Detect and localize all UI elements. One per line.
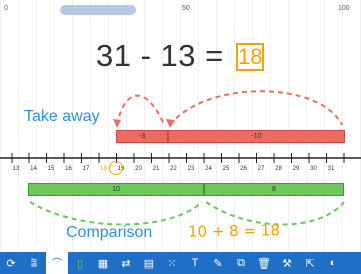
split-icon: ⇄ (121, 257, 131, 270)
number-line-tick-label: 20 (135, 166, 142, 172)
number-line-tick-label: 26 (240, 166, 247, 172)
number-line-tick-label: 28 (275, 166, 282, 172)
dice-button[interactable]: ⁙ (161, 252, 183, 274)
jump-arrow-icon: ⌒ (51, 258, 63, 270)
comparison-bar-10[interactable]: 10 (28, 183, 204, 196)
take-away-bar-minus-3[interactable]: -3 (116, 130, 168, 143)
grid-button[interactable]: ▦ (92, 252, 114, 274)
number-line-tick-label: 16 (65, 166, 72, 172)
number-line-tick-label: 22 (170, 166, 177, 172)
number-line-tick-label: 30 (310, 166, 317, 172)
number-line-tick-label: 29 (292, 166, 300, 172)
jump-arc-minus-10 (169, 90, 343, 126)
split-button[interactable]: ⇄ (115, 252, 137, 274)
text-icon: T (191, 257, 199, 269)
trash-icon: 🗑 (257, 257, 271, 270)
jump-arrow-button[interactable]: ⌒ (46, 252, 68, 274)
pencil-button[interactable]: ✎ (207, 252, 229, 274)
table-button[interactable]: ▤ (138, 252, 160, 274)
more-icon: ◐ (329, 257, 337, 269)
workspace-canvas[interactable]: 0 50 100 31 - 13 = 18 Take away -3 -10 1… (0, 0, 361, 252)
number-line-tick-label: 31 (327, 166, 335, 172)
more-button[interactable]: ◐ (322, 252, 344, 274)
trash-button[interactable]: 🗑 (253, 252, 275, 274)
wrench-icon: ⚒ (282, 257, 292, 270)
number-line-tick-label: 21 (152, 166, 160, 172)
number-line-tick-label: 13 (12, 166, 20, 172)
green-bar-icon: ▯ (76, 257, 84, 270)
export-icon: ⇱ (305, 257, 315, 270)
number-line-tick-label: 25 (222, 166, 230, 172)
ruler-scroll-thumb[interactable] (60, 5, 136, 15)
dice-icon: ⁙ (167, 257, 177, 270)
text-button[interactable]: T (184, 252, 206, 274)
grid-icon: ▦ (97, 257, 109, 270)
table-icon: ▤ (143, 257, 155, 270)
jump-arrowhead-minus-3 (113, 119, 121, 128)
ruler-mid-label: 50 (182, 5, 190, 12)
comparison-label[interactable]: Comparison (66, 224, 152, 242)
take-away-label[interactable]: Take away (24, 108, 100, 126)
green-bar-button[interactable]: ▯ (69, 252, 91, 274)
number-line-tick-label: 17 (82, 166, 90, 172)
answer-box[interactable]: 18 (236, 43, 264, 71)
number-line-tick-label: 27 (257, 166, 265, 172)
comparison-arc-left (29, 201, 203, 226)
bottom-toolbar: ⟳ ⩰ ⌒ ▯ ▦ ⇄ ▤ ⁙ T ✎ ⧉ 🗑 ⚒ ⇱ ◐ (0, 252, 361, 274)
number-line-tick-label: 23 (187, 166, 195, 172)
jump-arrowhead-minus-10 (166, 119, 175, 128)
jump-arc-minus-3 (116, 94, 165, 126)
pencil-icon: ✎ (213, 257, 223, 270)
top-ruler: 0 50 100 (0, 0, 361, 20)
numberline-settings-icon: ⩰ (30, 256, 38, 269)
duplicate-icon: ⧉ (237, 256, 245, 269)
numberline-settings-button[interactable]: ⩰ (23, 252, 45, 274)
number-line-tick-label: 14 (30, 166, 37, 172)
take-away-bar-minus-10[interactable]: -10 (168, 130, 345, 143)
comparison-bar-8[interactable]: 8 (204, 183, 344, 196)
refresh-icon: ⟳ (6, 257, 16, 270)
duplicate-button[interactable]: ⧉ (230, 252, 252, 274)
ruler-start-label: 0 (4, 5, 8, 12)
handwritten-sum[interactable]: 10 + 8 = 18 (188, 221, 280, 241)
export-button[interactable]: ⇱ (299, 252, 321, 274)
wrench-button[interactable]: ⚒ (276, 252, 298, 274)
number-line-tick-label: 15 (47, 166, 55, 172)
refresh-button[interactable]: ⟳ (0, 252, 22, 274)
ruler-end-label: 100 (338, 5, 350, 12)
highlighted-value-circle (109, 161, 123, 175)
number-line-tick-label: 24 (205, 166, 212, 172)
equation-text[interactable]: 31 - 13 = (96, 38, 224, 78)
number-line[interactable] (0, 150, 361, 180)
